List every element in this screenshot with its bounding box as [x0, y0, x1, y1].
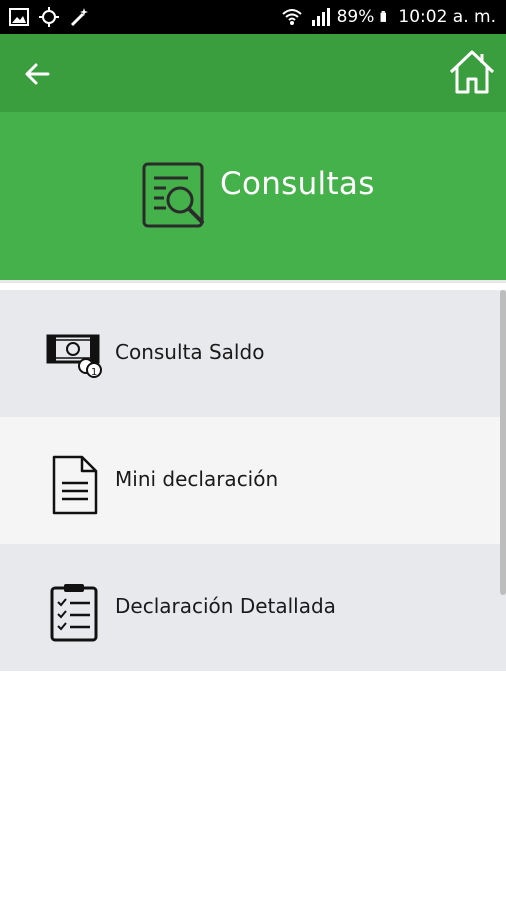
- status-bar-right: 89% 10:02 a. m.: [281, 6, 496, 28]
- menu-item-consulta-saldo[interactable]: 1 Consulta Saldo: [0, 290, 506, 417]
- image-icon: [9, 8, 29, 26]
- clipboard-checklist-icon: [50, 584, 98, 642]
- status-bar: 89% 10:02 a. m.: [0, 0, 506, 34]
- document-search-icon: [142, 162, 204, 228]
- menu-item-label: Mini declaración: [115, 467, 279, 491]
- scrollbar[interactable]: [500, 290, 506, 595]
- menu-item-declaracion-detallada[interactable]: Declaración Detallada: [0, 544, 506, 671]
- svg-text:1: 1: [91, 367, 97, 378]
- wifi-icon: [281, 9, 302, 25]
- battery-percentage: 89%: [336, 7, 375, 27]
- header-divider: [0, 280, 506, 283]
- home-button[interactable]: [446, 46, 498, 98]
- sync-icon: [39, 7, 59, 27]
- menu-item-label: Consulta Saldo: [115, 340, 265, 364]
- home-icon: [449, 50, 495, 94]
- back-button[interactable]: [16, 52, 60, 96]
- arrow-left-icon: [25, 63, 50, 85]
- page-title: Consultas: [220, 166, 375, 202]
- magic-wand-icon: [70, 8, 88, 27]
- money-bill-icon: 1: [46, 334, 102, 378]
- menu-list: 1 Consulta Saldo Mini declaración Declar…: [0, 290, 506, 671]
- menu-item-label: Declaración Detallada: [115, 594, 336, 618]
- signal-icon: [311, 8, 330, 26]
- app-bar: [0, 34, 506, 112]
- menu-item-mini-declaracion[interactable]: Mini declaración: [0, 417, 506, 544]
- section-header: Consultas: [0, 112, 506, 280]
- status-time: 10:02 a. m.: [398, 7, 496, 27]
- document-icon: [52, 455, 98, 515]
- battery-icon: [380, 11, 387, 22]
- status-bar-left: [8, 6, 90, 28]
